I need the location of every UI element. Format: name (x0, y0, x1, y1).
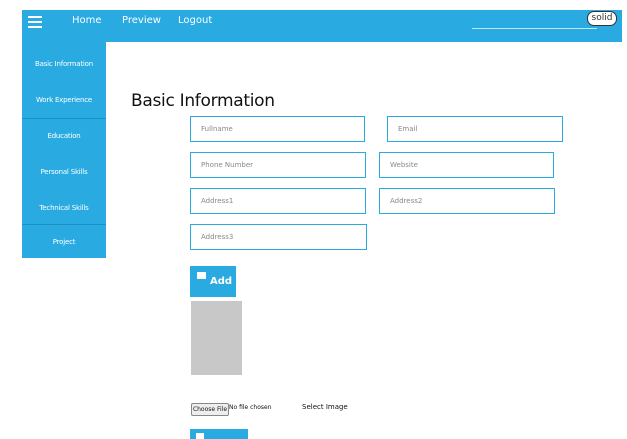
email-field[interactable]: Email (387, 116, 563, 142)
submit-button[interactable] (190, 429, 248, 439)
sidebar: Basic Information Work Experience Educat… (22, 42, 106, 258)
image-placeholder (191, 301, 242, 375)
sidebar-item-technical-skills[interactable]: Technical Skills (22, 190, 106, 226)
address2-field[interactable]: Address2 (379, 188, 555, 214)
file-status: No file chosen (229, 404, 272, 411)
address3-field[interactable]: Address3 (190, 224, 367, 250)
sidebar-item-project[interactable]: Project (22, 224, 106, 260)
user-button[interactable]: solid (587, 11, 617, 26)
top-navbar: Home Preview Logout solid (22, 10, 622, 42)
website-field[interactable]: Website (379, 152, 554, 178)
envelope-icon (196, 433, 204, 439)
hamburger-icon[interactable] (28, 16, 42, 28)
nav-home[interactable]: Home (72, 15, 102, 26)
select-image-label: Select Image (302, 403, 348, 411)
search-underline (472, 28, 597, 29)
sidebar-item-education[interactable]: Education (22, 118, 106, 154)
phone-field[interactable]: Phone Number (190, 152, 366, 178)
envelope-icon (197, 272, 206, 279)
sidebar-item-basic-information[interactable]: Basic Information (22, 46, 106, 82)
fullname-field[interactable]: Fullname (190, 116, 365, 142)
page-title: Basic Information (131, 91, 275, 111)
add-button[interactable]: Add (190, 266, 236, 297)
choose-file-button[interactable]: Choose File (191, 403, 229, 416)
sidebar-item-work-experience[interactable]: Work Experience (22, 82, 106, 118)
nav-logout[interactable]: Logout (178, 15, 212, 26)
add-button-label: Add (210, 276, 233, 287)
nav-preview[interactable]: Preview (122, 15, 161, 26)
sidebar-item-personal-skills[interactable]: Personal Skills (22, 154, 106, 190)
address1-field[interactable]: Address1 (190, 188, 366, 214)
